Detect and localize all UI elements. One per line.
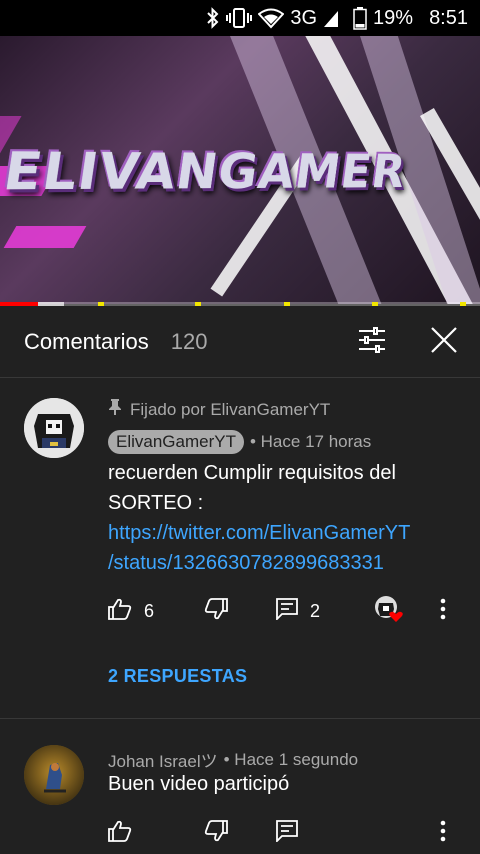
pin-icon: [108, 398, 122, 421]
author-badge[interactable]: ElivanGamerYT: [108, 430, 244, 454]
dislike-button[interactable]: [204, 818, 228, 848]
thumbs-up-icon: [108, 820, 132, 847]
dislike-button[interactable]: [204, 596, 228, 626]
comments-count: 120: [170, 328, 208, 354]
clock: 8:51: [429, 6, 468, 29]
avatar[interactable]: [24, 398, 84, 458]
view-replies-button[interactable]: 2 RESPUESTAS: [108, 666, 247, 687]
comment-link[interactable]: https://twitter.com/ElivanGamerYT: [108, 518, 448, 548]
comment-text: Buen video participó: [108, 773, 290, 795]
thumbs-up-icon: [108, 598, 132, 625]
creator-heart: [374, 595, 404, 628]
avatar[interactable]: [24, 745, 84, 805]
status-bar: 3G 19% 8:51: [0, 0, 480, 36]
comment-actions: 6 2: [108, 595, 468, 628]
like-count: 6: [144, 600, 155, 621]
comment-time: • Hace 1 segundo: [223, 749, 359, 769]
reply-button[interactable]: 2: [276, 596, 320, 626]
more-vert-icon: [440, 820, 446, 847]
more-options-button[interactable]: [440, 596, 446, 626]
more-vert-icon: [440, 598, 446, 625]
comments-title: Comentarios: [24, 328, 149, 354]
thumbs-down-icon: [204, 819, 228, 847]
comment-time: • Hace 17 horas: [249, 432, 372, 451]
sort-filter-icon: [357, 326, 387, 358]
like-button[interactable]: [108, 818, 132, 848]
reply-comment-icon: [276, 597, 298, 625]
comment-pinned: Fijado por ElivanGamerYT ElivanGamerYT •…: [0, 378, 480, 718]
close-button[interactable]: [426, 324, 462, 360]
pink-shape: [3, 226, 87, 248]
comment-text-line: recuerden Cumplir requisitos del: [108, 462, 396, 484]
comment-meta: ElivanGamerYT • Hace 17 horas: [108, 430, 371, 454]
pinned-label-row: Fijado por ElivanGamerYT: [108, 398, 330, 421]
comment-text: recuerden Cumplir requisitos del SORTEO …: [108, 458, 448, 578]
close-icon: [430, 326, 458, 359]
reply-count: 2: [310, 600, 321, 621]
reply-comment-icon: [276, 819, 298, 847]
comment-link[interactable]: /status/1326630782899683331: [108, 548, 448, 578]
signal-icon: [323, 0, 339, 36]
comment-actions: [108, 818, 468, 848]
bluetooth-icon: [206, 0, 220, 36]
network-type: 3G: [290, 6, 318, 29]
battery-icon: [353, 0, 367, 36]
comment-item: Johan Israelツ • Hace 1 segundo Buen vide…: [0, 719, 480, 854]
more-options-button[interactable]: [440, 818, 446, 848]
creator-heart-icon: [374, 595, 404, 628]
comment-text-line: SORTEO :: [108, 492, 204, 514]
thumbs-down-icon: [204, 597, 228, 625]
battery-percent: 19%: [373, 6, 414, 29]
vibrate-icon: [226, 0, 253, 36]
sort-filter-button[interactable]: [354, 324, 390, 360]
like-button[interactable]: 6: [108, 596, 154, 626]
reply-button[interactable]: [276, 818, 298, 848]
video-overlay-title: ELIVANGAMER: [0, 141, 410, 203]
comments-header: Comentarios 120: [0, 306, 480, 378]
video-player[interactable]: ELIVANGAMER: [0, 36, 480, 304]
wifi-icon: [258, 0, 285, 36]
pinned-label: Fijado por ElivanGamerYT: [130, 399, 331, 419]
